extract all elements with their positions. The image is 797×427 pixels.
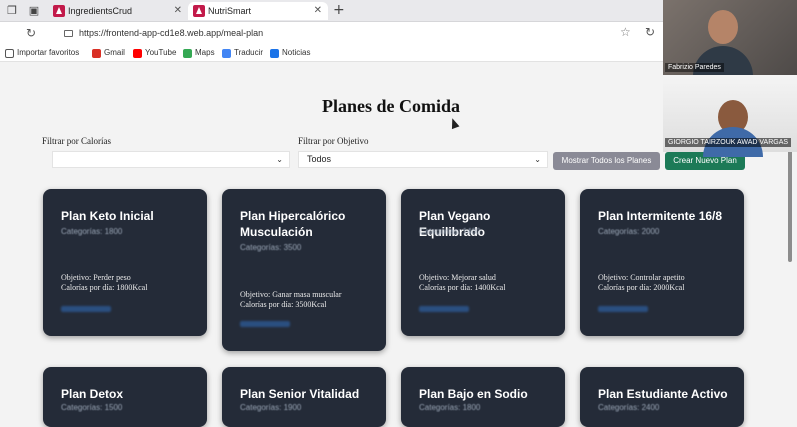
- video-tile-participant-2: GIORGIO TAIRZOUK AWAD VARGAS: [663, 75, 797, 157]
- workspaces-icon[interactable]: ❐: [5, 4, 19, 18]
- chevron-down-icon: ⌄: [534, 155, 541, 164]
- bookmark-label: YouTube: [145, 48, 177, 57]
- plan-calories: Calorías por día: 1400Kcal: [419, 283, 506, 292]
- tab-label: NutriSmart: [208, 6, 252, 16]
- bookmark-maps[interactable]: Maps: [183, 47, 215, 59]
- bookmark-noticias[interactable]: Noticias: [270, 47, 310, 59]
- calories-filter-label: Filtrar por Calorías: [42, 136, 111, 146]
- plan-name: Plan Estudiante Activo: [598, 387, 728, 401]
- tab-ingredients-crud[interactable]: IngredientsCrud ✕: [48, 2, 188, 20]
- url-field[interactable]: https://frontend-app-cd1e8.web.app/meal-…: [64, 25, 654, 41]
- plan-category: Categorías: 1800: [419, 403, 481, 412]
- plan-details-link[interactable]: [61, 306, 111, 312]
- bookmark-traducir[interactable]: Traducir: [222, 47, 263, 59]
- plan-name: Plan Detox: [61, 387, 124, 401]
- meal-plan-card[interactable]: Plan Estudiante Activo Categorías: 2400: [580, 367, 744, 427]
- bookmark-label: Noticias: [282, 48, 311, 57]
- plan-name: Plan Keto Inicial: [61, 209, 154, 223]
- bookmark-star-icon[interactable]: ☆: [620, 25, 631, 39]
- site-info-icon[interactable]: [64, 30, 73, 38]
- news-icon: [270, 49, 279, 58]
- plan-category: Categorías: 3500: [240, 243, 302, 252]
- bookmark-label: Importar favoritos: [17, 48, 80, 57]
- reload-icon[interactable]: ↻: [26, 26, 36, 40]
- show-all-plans-button[interactable]: Mostrar Todos los Planes: [553, 152, 660, 170]
- plan-category: Categorías: 1500: [61, 403, 123, 412]
- plan-name: Plan Hipercalórico Musculación: [240, 209, 346, 239]
- plan-category: Categorías: 1800: [61, 227, 123, 236]
- plan-name: Plan Senior Vitalidad: [240, 387, 360, 401]
- bookmark-label: Gmail: [104, 48, 125, 57]
- youtube-icon: [133, 49, 142, 58]
- plan-details-link[interactable]: [240, 321, 290, 327]
- plan-calories: Calorías por día: 3500Kcal: [240, 300, 327, 309]
- new-tab-icon[interactable]: +: [333, 2, 345, 18]
- participant-name: GIORGIO TAIRZOUK AWAD VARGAS: [665, 138, 792, 147]
- meal-plan-card[interactable]: Plan Senior Vitalidad Categorías: 1900: [222, 367, 386, 427]
- plan-objective: Objetivo: Perder peso: [61, 273, 131, 282]
- meal-plan-card[interactable]: Plan Keto Inicial Categorías: 1800 Objet…: [43, 189, 207, 336]
- participant-name: Fabrizio Paredes: [665, 63, 724, 72]
- translate-icon: [222, 49, 231, 58]
- plan-category: Categorías: 2000: [598, 227, 660, 236]
- plan-objective: Objetivo: Mejorar salud: [419, 273, 496, 282]
- plan-details-link[interactable]: [419, 306, 469, 312]
- folder-icon: [5, 49, 14, 58]
- tab-nutrismart[interactable]: NutriSmart ✕: [188, 2, 328, 20]
- angular-logo-icon: [193, 5, 205, 17]
- calories-filter-select[interactable]: ⌄: [52, 151, 290, 168]
- bookmark-youtube[interactable]: YouTube: [133, 47, 176, 59]
- plan-calories: Calorías por día: 2000Kcal: [598, 283, 685, 292]
- meal-plan-card[interactable]: Plan Bajo en Sodio Categorías: 1800: [401, 367, 565, 427]
- meal-plan-card[interactable]: Plan Detox Categorías: 1500: [43, 367, 207, 427]
- bookmark-label: Maps: [195, 48, 215, 57]
- participant-face: [708, 10, 738, 44]
- meal-plan-card[interactable]: Plan Intermitente 16/8 Categorías: 2000 …: [580, 189, 744, 336]
- tab-label: IngredientsCrud: [68, 6, 133, 16]
- gmail-icon: [92, 49, 101, 58]
- plan-objective: Objetivo: Ganar masa muscular: [240, 290, 342, 299]
- plan-calories: Calorías por día: 1800Kcal: [61, 283, 148, 292]
- page-title: Planes de Comida: [322, 96, 461, 116]
- plan-details-link[interactable]: [598, 306, 648, 312]
- plan-objective: Objetivo: Controlar apetito: [598, 273, 685, 282]
- bookmark-gmail[interactable]: Gmail: [92, 47, 125, 59]
- close-tab-icon[interactable]: ✕: [174, 2, 182, 20]
- bookmark-label: Traducir: [234, 48, 264, 57]
- tab-actions-icon[interactable]: ▣: [27, 4, 41, 18]
- plan-name: Plan Intermitente 16/8: [598, 209, 723, 223]
- bookmark-import[interactable]: Importar favoritos: [5, 47, 79, 59]
- meal-plan-card[interactable]: Plan Hipercalórico Musculación Categoría…: [222, 189, 386, 351]
- page-scrollbar[interactable]: [788, 150, 792, 262]
- objective-filter-value: Todos: [307, 154, 332, 164]
- video-tile-participant-1: Fabrizio Paredes: [663, 0, 797, 76]
- plan-category: Categorías: 2400: [598, 403, 660, 412]
- plan-category: Categorías: 1900: [240, 403, 302, 412]
- objective-filter-select[interactable]: Todos ⌄: [298, 151, 548, 168]
- maps-icon: [183, 49, 192, 58]
- meal-plan-card[interactable]: Plan Vegano Equilibrado Categorías: 1400…: [401, 189, 565, 336]
- objective-filter-label: Filtrar por Objetivo: [298, 136, 369, 146]
- close-tab-icon[interactable]: ✕: [314, 2, 322, 20]
- angular-logo-icon: [53, 5, 65, 17]
- url-text: https://frontend-app-cd1e8.web.app/meal-…: [79, 28, 264, 38]
- chevron-down-icon: ⌄: [276, 155, 283, 164]
- browser-sync-icon[interactable]: ↻: [645, 25, 655, 39]
- plan-category: Categorías: 1400: [419, 227, 481, 236]
- plan-name: Plan Bajo en Sodio: [419, 387, 528, 401]
